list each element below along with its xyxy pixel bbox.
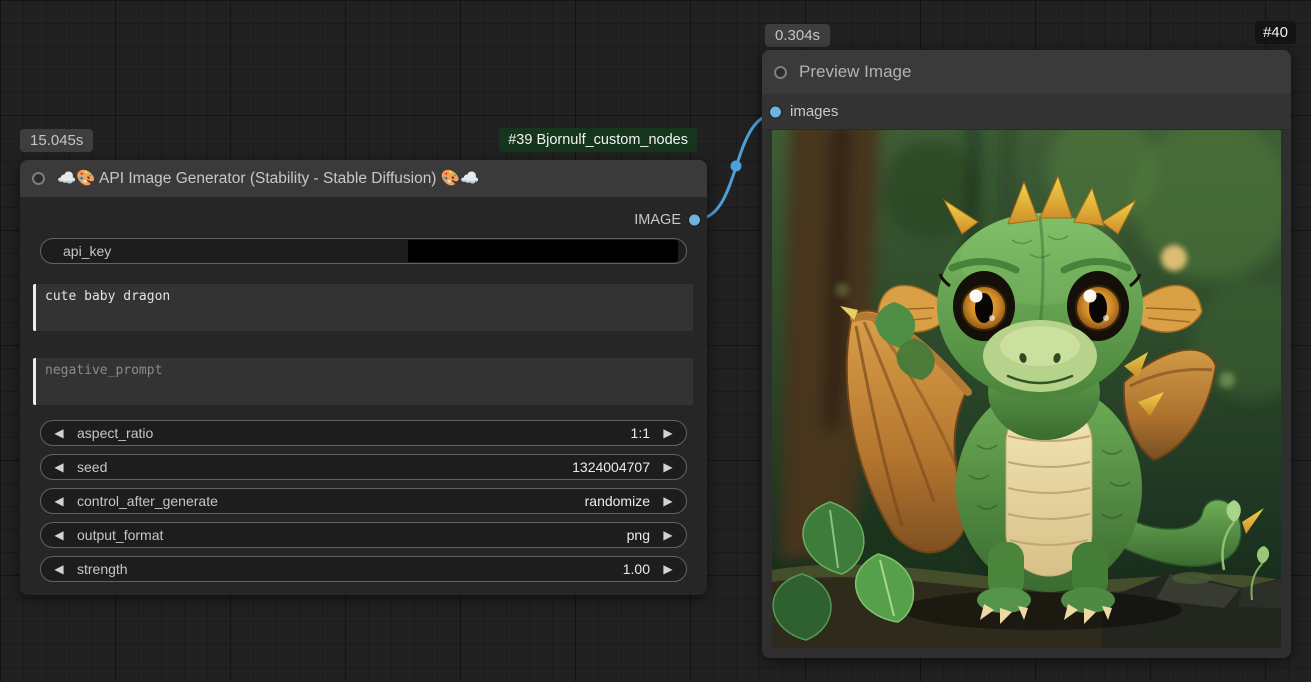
execution-time-badge: 0.304s: [765, 24, 830, 47]
output-slot-image: IMAGE: [20, 206, 707, 234]
node-header[interactable]: ☁️🎨 API Image Generator (Stability - Sta…: [20, 160, 707, 197]
prompt-textarea[interactable]: cute baby dragon: [33, 284, 693, 331]
combo-value: 1:1: [631, 425, 650, 441]
input-slot-label: images: [790, 103, 838, 120]
image-output-port-icon[interactable]: [689, 215, 700, 226]
combo-output-format[interactable]: ◀ output_format png ▶: [40, 522, 687, 548]
collapse-dot-icon[interactable]: [32, 172, 45, 185]
prompt-text: cute baby dragon: [33, 284, 693, 304]
combo-label: seed: [77, 459, 107, 475]
textarea-handle[interactable]: [33, 358, 36, 405]
combo-value: 1.00: [623, 561, 650, 577]
preview-image-dragon: [772, 130, 1281, 648]
api-key-label: api_key: [41, 243, 111, 259]
output-slot-label: IMAGE: [634, 212, 681, 228]
node-source-badge: #39 Bjornulf_custom_nodes: [499, 128, 697, 152]
node-graph-canvas[interactable]: 15.045s #39 Bjornulf_custom_nodes 0.304s…: [0, 0, 1311, 682]
combo-label: output_format: [77, 527, 163, 543]
collapse-dot-icon[interactable]: [774, 66, 787, 79]
negative-prompt-textarea[interactable]: negative_prompt: [33, 358, 693, 405]
combo-seed[interactable]: ◀ seed 1324004707 ▶: [40, 454, 687, 480]
node-header[interactable]: Preview Image: [762, 50, 1291, 94]
decrement-arrow-icon[interactable]: ◀: [41, 528, 77, 542]
textarea-handle[interactable]: [33, 284, 36, 331]
images-input-port-icon[interactable]: [770, 106, 781, 117]
combo-label: strength: [77, 561, 128, 577]
combo-label: control_after_generate: [77, 493, 218, 509]
combo-value: randomize: [585, 493, 650, 509]
combo-aspect-ratio[interactable]: ◀ aspect_ratio 1:1 ▶: [40, 420, 687, 446]
input-slot-images: images: [762, 94, 1291, 130]
negative-prompt-placeholder: negative_prompt: [33, 358, 693, 378]
increment-arrow-icon[interactable]: ▶: [650, 494, 686, 508]
combo-label: aspect_ratio: [77, 425, 153, 441]
combo-value: png: [627, 527, 650, 543]
decrement-arrow-icon[interactable]: ◀: [41, 426, 77, 440]
decrement-arrow-icon[interactable]: ◀: [41, 494, 77, 508]
increment-arrow-icon[interactable]: ▶: [650, 460, 686, 474]
decrement-arrow-icon[interactable]: ◀: [41, 460, 77, 474]
node-title: Preview Image: [799, 62, 911, 82]
api-key-field[interactable]: api_key: [40, 238, 687, 264]
increment-arrow-icon[interactable]: ▶: [650, 528, 686, 542]
combo-strength[interactable]: ◀ strength 1.00 ▶: [40, 556, 687, 582]
node-api-image-generator[interactable]: ☁️🎨 API Image Generator (Stability - Sta…: [20, 160, 707, 595]
execution-time-badge: 15.045s: [20, 129, 93, 152]
combo-value: 1324004707: [572, 459, 650, 475]
combo-control-after-generate[interactable]: ◀ control_after_generate randomize ▶: [40, 488, 687, 514]
node-id-badge: #40: [1255, 21, 1296, 44]
api-key-redacted-value: [408, 240, 678, 262]
increment-arrow-icon[interactable]: ▶: [650, 562, 686, 576]
link-midpoint-dot: [731, 161, 742, 172]
node-title: ☁️🎨 API Image Generator (Stability - Sta…: [57, 169, 479, 188]
increment-arrow-icon[interactable]: ▶: [650, 426, 686, 440]
decrement-arrow-icon[interactable]: ◀: [41, 562, 77, 576]
node-preview-image[interactable]: Preview Image images: [762, 50, 1291, 658]
